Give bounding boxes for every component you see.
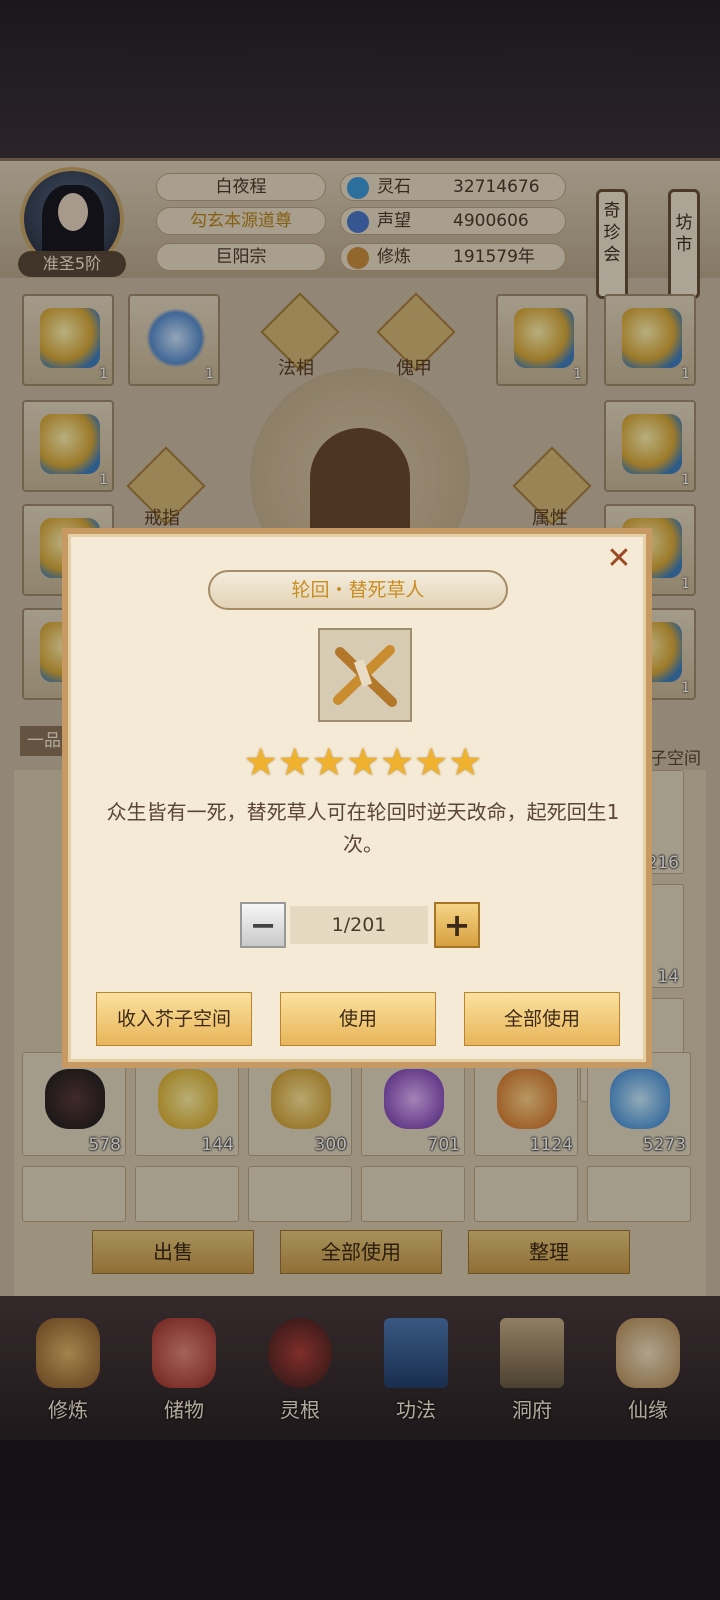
straw-doll-icon (333, 645, 397, 707)
star-icon: ★ (277, 740, 312, 784)
star-icon: ★ (380, 740, 415, 784)
dialog-title: 轮回・替死草人 (208, 570, 508, 610)
increase-button[interactable]: + (434, 902, 480, 948)
star-icon: ★ (345, 740, 381, 784)
use-button[interactable]: 使用 (280, 992, 436, 1046)
star-icon: ★ (448, 740, 483, 784)
star-rating: ★★★★★★★ (218, 742, 508, 782)
quantity-field[interactable]: 1/201 (290, 906, 428, 944)
store-button[interactable]: 收入芥子空间 (96, 992, 252, 1046)
dialog-use-all-button[interactable]: 全部使用 (464, 992, 620, 1046)
close-icon[interactable]: ✕ (602, 542, 636, 576)
star-icon: ★ (243, 740, 278, 784)
star-icon: ★ (311, 740, 346, 784)
item-dialog: 轮回・替死草人 ✕ ★★★★★★★ 众生皆有一死，替死草人可在轮回时逆天改命，起… (62, 528, 652, 1068)
decrease-button[interactable]: − (240, 902, 286, 948)
item-image (318, 628, 412, 722)
item-description: 众生皆有一死，替死草人可在轮回时逆天改命，起死回生1次。 (106, 800, 620, 856)
star-icon: ★ (414, 740, 449, 784)
